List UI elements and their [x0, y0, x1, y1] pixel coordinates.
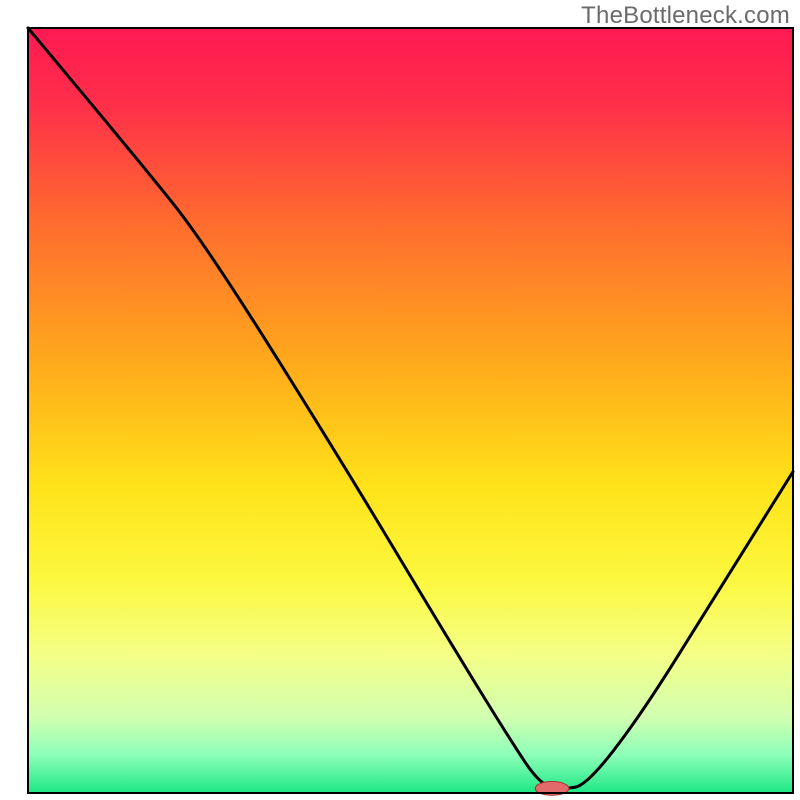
bottleneck-chart — [0, 0, 800, 800]
chart-container: TheBottleneck.com — [0, 0, 800, 800]
watermark-text: TheBottleneck.com — [581, 2, 790, 30]
gradient-background — [28, 28, 793, 793]
